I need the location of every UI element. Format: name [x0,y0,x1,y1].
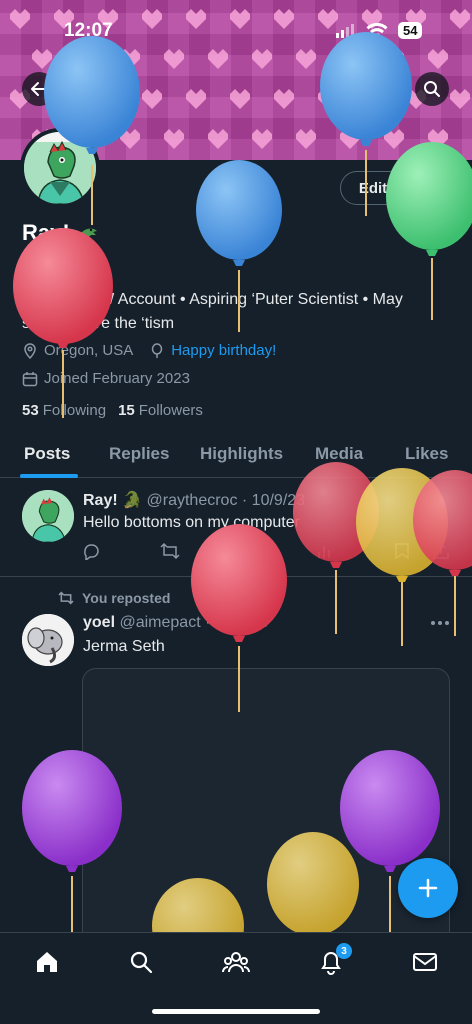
profile-location: Oregon, USA [44,342,134,359]
tab-likes[interactable]: Likes [405,444,448,464]
croc-avatar-image [22,490,74,542]
repost-icon[interactable] [160,542,180,560]
back-button[interactable] [22,72,56,106]
follow-stats: 53 Following 15 Followers [22,402,203,419]
post-author-avatar[interactable] [22,490,74,542]
followers-link[interactable]: 15 Followers [118,402,203,419]
following-count: 53 [22,402,39,419]
tab-replies[interactable]: Replies [109,444,169,464]
status-icons: 54 [336,22,423,39]
post-author-handle[interactable]: @raythecroc [147,492,238,509]
post-author-name[interactable]: yoel [83,614,115,631]
post-text: Hello bottoms on my computer [83,514,300,531]
following-link[interactable]: 53 Following [22,402,106,419]
views-icon[interactable] [316,542,334,560]
calendar-icon [22,371,38,386]
nav-notifications[interactable]: 3 [316,943,352,977]
plus-icon [418,878,438,898]
search-icon [130,951,153,974]
post-text: Jerma Seth [83,638,165,655]
post-header: yoel @aimepact · 9/21/23 [83,614,268,632]
more-options-icon[interactable] [430,620,450,626]
arrow-left-icon [31,82,47,96]
battery-indicator: 54 [398,22,423,39]
nav-messages[interactable] [410,947,440,977]
post-date[interactable]: · 9/21/23 [205,614,268,631]
post-media[interactable] [82,668,450,948]
home-indicator [152,1009,320,1014]
wifi-icon [366,22,388,38]
post-author-name[interactable]: Ray! [83,492,118,509]
notifications-badge: 3 [336,943,352,959]
post-author-handle[interactable]: @aimepact [119,614,200,631]
signal-icon [336,23,354,38]
tab-highlights[interactable]: Highlights [200,444,283,464]
profile-handle: @raythecroc [22,252,108,269]
location-pin-icon [24,342,36,359]
croc-emoji-icon [77,228,97,239]
status-bar: 12:07 54 [0,0,472,60]
profile-name-row: Ray! [22,220,98,246]
balloon-icon [151,342,163,358]
post-actions [82,540,452,562]
profile-joined: Joined February 2023 [44,370,190,387]
search-icon [424,81,440,97]
reply-icon[interactable] [82,542,100,560]
bio-line-1: 18 🏳️‍🌈 • SFW Account • Aspiring ‘Puter … [22,291,403,308]
profile-meta-row: Oregon, USA Happy birthday! [22,342,276,359]
profile-name: Ray! [22,220,70,245]
repost-label: You reposted [58,590,170,606]
tab-posts[interactable]: Posts [24,444,70,464]
repost-text: You reposted [82,590,171,606]
bookmark-icon[interactable] [394,542,410,560]
nav-communities[interactable] [221,947,251,977]
profile-bio: 18 🏳️‍🌈 • SFW Account • Aspiring ‘Puter … [22,288,452,336]
post-header: Ray! 🐊 @raythecroc · 10/9/23 [83,490,305,510]
post-date[interactable]: · 10/9/23 [242,492,305,509]
repost-icon [58,591,74,605]
birthday-link[interactable]: Happy birthday! [171,342,276,359]
followers-count: 15 [118,402,135,419]
nav-home[interactable] [32,947,62,977]
bio-line-2: slightly have the ‘tism [22,315,175,332]
like-icon[interactable] [238,542,256,560]
search-button[interactable] [415,72,449,106]
edit-profile-button[interactable]: Edit profile [340,171,456,205]
tab-media[interactable]: Media [315,444,363,464]
croc-emoji-icon: 🐊 [122,492,143,509]
mail-icon [413,953,437,971]
communities-icon [222,952,250,973]
compose-button[interactable] [398,858,458,918]
profile-joined-row: Joined February 2023 [22,370,190,387]
home-icon [37,952,57,972]
croc-avatar-image [24,132,96,204]
profile-tabs: Posts Replies Highlights Media Likes [0,432,472,478]
profile-avatar[interactable] [20,128,100,208]
followers-label: Followers [138,402,203,419]
share-icon[interactable] [432,542,450,560]
elephant-avatar-image [22,614,74,666]
status-time: 12:07 [64,20,113,41]
post-author-avatar[interactable] [22,614,74,666]
nav-search[interactable] [126,947,156,977]
following-label: Following [42,402,107,419]
active-tab-indicator [20,474,78,478]
post-divider [0,576,472,577]
